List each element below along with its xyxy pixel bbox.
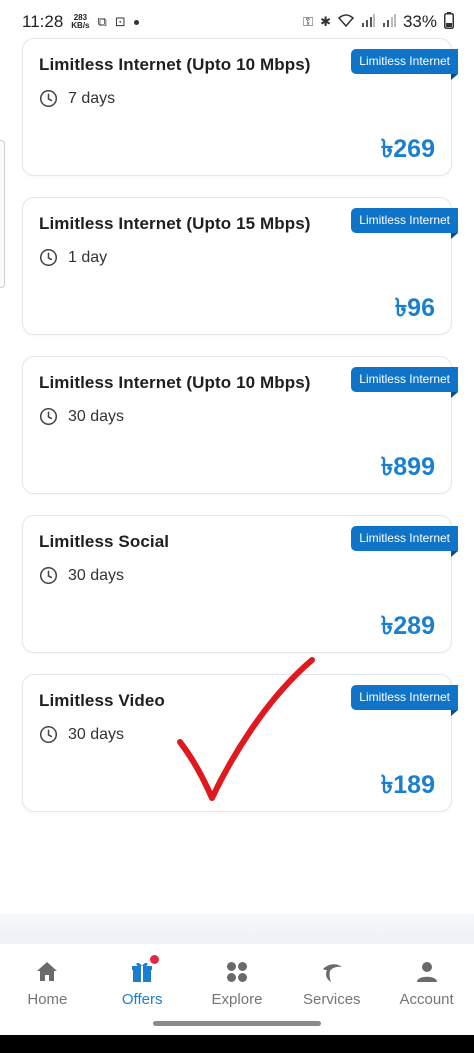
offer-duration: 30 days (39, 407, 124, 426)
checkmark-annotation (177, 657, 315, 801)
key-icon: ⚿ (303, 14, 314, 29)
offer-duration-label: 7 days (68, 89, 116, 107)
offer-price: ৳96 (394, 294, 435, 322)
offer-price: ৳289 (380, 612, 435, 640)
status-bar-right: ⚿ ✱ 33% (303, 12, 454, 32)
telenor-icon (322, 964, 342, 982)
nav-item-services[interactable]: Services (285, 959, 379, 1008)
nav-label-account: Account (399, 991, 454, 1008)
screenshot-icon: ⧉ (97, 14, 107, 29)
offer-price: ৳269 (380, 135, 435, 163)
battery-percent: 33% (402, 12, 437, 31)
screen-bottom-edge (0, 1035, 474, 1053)
offer-duration: 30 days (39, 725, 124, 744)
signal-icon-2 (382, 14, 396, 30)
battery-icon (444, 12, 454, 32)
clock-icon (39, 89, 58, 108)
nav-item-account[interactable]: Account (380, 959, 474, 1008)
network-speed-unit: KB/s (71, 21, 90, 30)
offer-duration: 1 day (39, 248, 107, 267)
grid-icon (226, 962, 247, 982)
offer-card[interactable]: Limitless Internet (Upto 15 Mbps) 1 day … (22, 197, 458, 335)
nav-label-home: Home (27, 991, 68, 1008)
network-speed: 283 KB/s (71, 14, 89, 30)
offer-duration-label: 30 days (68, 725, 125, 743)
offer-title: Limitless Internet (Upto 15 Mbps) (39, 214, 311, 233)
offer-title: Limitless Internet (Upto 10 Mbps) (39, 55, 311, 74)
notification-dot-icon (133, 19, 139, 25)
offer-card[interactable]: Limitless Internet (Upto 10 Mbps) 7 days… (22, 38, 458, 176)
offer-title: Limitless Social (39, 532, 170, 551)
offer-card[interactable]: Limitless Social 30 days ৳289 Limitless … (22, 515, 458, 653)
clock-icon (39, 566, 58, 585)
offer-tag: Limitless Internet (351, 526, 458, 557)
scroll-indicator[interactable] (0, 140, 5, 288)
nav-label-explore: Explore (211, 991, 263, 1008)
bluetooth-icon: ✱ (320, 14, 331, 29)
clock-icon (39, 248, 58, 267)
offer-price: ৳189 (380, 771, 435, 799)
home-icon (37, 962, 58, 981)
screen-record-icon: ⊡ (114, 14, 126, 29)
offer-tag: Limitless Internet (351, 49, 458, 80)
status-bar-left: 11:28 283 KB/s ⧉ ⊡ (22, 12, 139, 32)
offer-tag: Limitless Internet (351, 367, 458, 398)
offer-duration: 7 days (39, 89, 115, 108)
offer-title: Limitless Internet (Upto 10 Mbps) (39, 373, 311, 392)
nav-label-services: Services (303, 991, 361, 1008)
offer-duration: 30 days (39, 566, 124, 585)
signal-icon (361, 14, 375, 30)
offer-tag: Limitless Internet (351, 685, 458, 716)
gesture-bar[interactable] (153, 1021, 321, 1026)
notification-badge (150, 955, 160, 964)
bottom-nav: Home Offers Explore Services Account (0, 944, 474, 1016)
gift-icon-wrap (129, 955, 160, 985)
nav-label-offers: Offers (121, 991, 163, 1008)
offer-card[interactable]: Limitless Internet (Upto 10 Mbps) 30 day… (22, 356, 458, 494)
clock-icon (39, 725, 58, 744)
person-icon (416, 962, 437, 982)
nav-item-explore[interactable]: Explore (190, 959, 284, 1008)
nav-item-home[interactable]: Home (0, 959, 94, 1008)
offer-duration-label: 30 days (68, 407, 125, 425)
offer-price: ৳899 (380, 453, 435, 481)
clock-icon (39, 407, 58, 426)
nav-item-offers[interactable]: Offers (95, 955, 189, 1008)
nav-divider (0, 914, 474, 944)
wifi-icon (337, 14, 355, 30)
offer-tag: Limitless Internet (351, 208, 458, 239)
status-time: 11:28 (22, 12, 64, 31)
offer-duration-label: 30 days (68, 566, 125, 584)
offer-title: Limitless Video (39, 691, 165, 710)
offer-duration-label: 1 day (68, 248, 108, 266)
